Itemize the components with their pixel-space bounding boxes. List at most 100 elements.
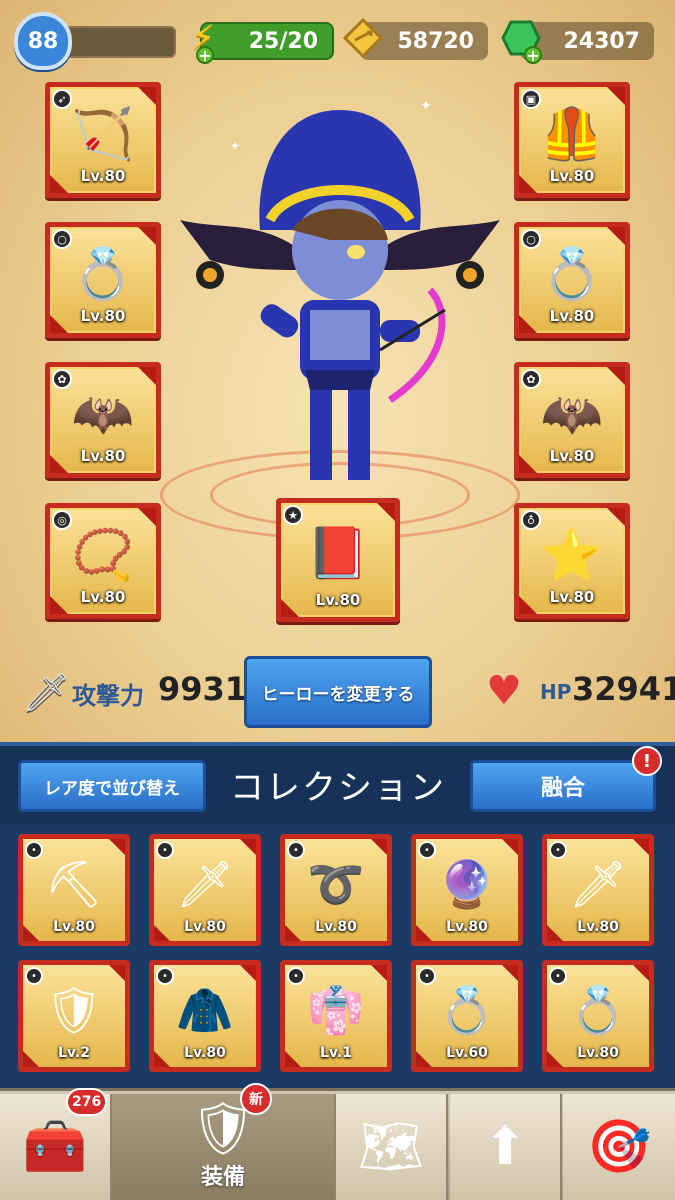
item-level: Lv.80	[577, 1045, 619, 1061]
book-type-icon: ★	[283, 505, 303, 525]
treasure-chest-icon: 🧰	[22, 1117, 88, 1177]
item-icon: 🧥	[176, 982, 234, 1037]
item-icon: 🛡	[44, 982, 104, 1037]
collection-item[interactable]: • 💍 Lv.60	[411, 960, 523, 1072]
item-level: Lv.80	[549, 447, 595, 465]
target-icon: 🎯	[586, 1117, 652, 1177]
bat-pet-icon: 🦇	[540, 384, 604, 443]
item-type-icon: •	[287, 967, 305, 985]
nav-tab-map[interactable]: 🗺	[336, 1094, 448, 1200]
equip-slot-spellbook[interactable]: ★ 📕 Lv.80	[276, 498, 400, 622]
hp-value: 32941	[572, 670, 675, 708]
merge-button[interactable]: 融合	[470, 760, 656, 812]
item-type-icon: •	[25, 841, 43, 859]
pet-paw-icon: ✿	[52, 369, 72, 389]
collection-item[interactable]: • 🔮 Lv.80	[411, 834, 523, 946]
map-icon: 🗺	[357, 1117, 424, 1177]
lion-ring-icon: 💍	[540, 244, 604, 303]
nav-tab-upgrade[interactable]: ⬆	[450, 1094, 562, 1200]
ring-type-icon: ○	[521, 229, 541, 249]
item-type-icon: •	[418, 841, 436, 859]
collection-item[interactable]: • 👘 Lv.1	[280, 960, 392, 1072]
item-level: Lv.80	[446, 919, 488, 935]
hero-equipment-screen: 88 25/20 ⚡ + 58720 24307 + ✦ ✦ ➶ 🏹 Lv.80…	[0, 0, 675, 742]
collection-item[interactable]: • 🗡 Lv.80	[149, 834, 261, 946]
collection-panel: レア度で並び替え コレクション 融合 ! • ⛏ Lv.80 • 🗡 Lv.80 • ➰ Lv.…	[0, 742, 675, 1088]
collection-grid-scroll[interactable]: • ⛏ Lv.80 • 🗡 Lv.80 • ➰ Lv.80 • 🔮 Lv.80 • 🗡 Lv.80 • 🛡 Lv.…	[0, 834, 675, 1092]
item-level: Lv.80	[80, 307, 126, 325]
item-level: Lv.80	[549, 167, 595, 185]
heart-icon: ♥	[486, 668, 522, 714]
hero-character[interactable]: ✦ ✦ ✦	[180, 88, 500, 500]
item-level: Lv.80	[184, 919, 226, 935]
sword-icon: 🗡	[22, 670, 71, 714]
item-level: Lv.2	[58, 1045, 90, 1061]
gold-icon	[342, 14, 384, 62]
nav-tab-equipment[interactable]: 🛡 装備	[112, 1094, 336, 1200]
merge-alert-badge: !	[632, 746, 662, 776]
item-type-icon: •	[156, 841, 174, 859]
bow-icon: 🏹	[71, 104, 135, 163]
item-level: Lv.80	[80, 167, 126, 185]
bat-pet-icon: 🦇	[71, 384, 135, 443]
item-level: Lv.1	[320, 1045, 352, 1061]
item-type-icon: •	[25, 967, 43, 985]
collection-item[interactable]: • 🗡 Lv.80	[542, 834, 654, 946]
sort-by-rarity-button[interactable]: レア度で並び替え	[18, 760, 206, 812]
item-icon: ⛏	[44, 856, 104, 911]
equip-slot-weapon[interactable]: ➶ 🏹 Lv.80	[45, 82, 161, 198]
svg-text:✦: ✦	[230, 139, 240, 153]
spellbook-icon: 📕	[306, 524, 370, 583]
item-level: Lv.80	[577, 919, 619, 935]
collection-header: レア度で並び替え コレクション 融合 !	[0, 746, 675, 824]
item-level: Lv.80	[549, 307, 595, 325]
new-badge: 新	[240, 1083, 272, 1115]
upgrade-arrow-icon: ⬆	[483, 1117, 527, 1177]
equip-slot-ring-right[interactable]: ○ 💍 Lv.80	[514, 222, 630, 338]
svg-text:✦: ✦	[420, 100, 432, 114]
equip-slot-amulet[interactable]: ♁ ⭐ Lv.80	[514, 503, 630, 619]
gems-plus-button[interactable]: +	[524, 46, 542, 65]
amulet-icon: ⭐	[540, 525, 604, 584]
xp-bar	[56, 26, 176, 58]
item-icon: 🔮	[438, 856, 496, 911]
energy-plus-button[interactable]: +	[196, 46, 214, 65]
armor-icon: 🦺	[540, 104, 604, 163]
collection-item[interactable]: • ⛏ Lv.80	[18, 834, 130, 946]
nav-tab-battle[interactable]: 🎯	[563, 1094, 675, 1200]
chest-count-badge: 276	[66, 1088, 108, 1116]
bracelet-type-icon: ◎	[52, 510, 72, 530]
equip-slot-pet-left[interactable]: ✿ 🦇 Lv.80	[45, 362, 161, 478]
item-type-icon: •	[549, 841, 567, 859]
equip-slot-armor[interactable]: ▣ 🦺 Lv.80	[514, 82, 630, 198]
equip-slot-bracelet[interactable]: ◎ 📿 Lv.80	[45, 503, 161, 619]
collection-grid: • ⛏ Lv.80 • 🗡 Lv.80 • ➰ Lv.80 • 🔮 Lv.80 • 🗡 Lv.80 • 🛡 Lv.…	[18, 834, 668, 1072]
change-hero-button[interactable]: ヒーローを変更する	[244, 656, 432, 728]
item-type-icon: •	[418, 967, 436, 985]
pet-paw-icon: ✿	[521, 369, 541, 389]
item-level: Lv.80	[80, 447, 126, 465]
item-level: Lv.80	[549, 588, 595, 606]
equip-slot-ring-left[interactable]: ○ 💍 Lv.80	[45, 222, 161, 338]
collection-item[interactable]: • ➰ Lv.80	[280, 834, 392, 946]
collection-item[interactable]: • 🧥 Lv.80	[149, 960, 261, 1072]
item-icon: 💍	[438, 982, 496, 1037]
amulet-type-icon: ♁	[521, 510, 541, 530]
collection-title: コレクション	[230, 768, 446, 808]
item-icon: 💍	[569, 982, 627, 1037]
collection-item[interactable]: • 💍 Lv.80	[542, 960, 654, 1072]
armor-type-icon: ▣	[521, 89, 541, 109]
item-level: Lv.80	[315, 919, 357, 935]
hero-stats-row: 🗡 攻撃力 9931 ヒーローを変更する ♥ HP 32941	[0, 652, 675, 732]
equip-slot-pet-right[interactable]: ✿ 🦇 Lv.80	[514, 362, 630, 478]
bottom-navigation: 🧰 276 🛡 装備 新 🗺 ⬆ 🎯	[0, 1083, 675, 1200]
collection-item[interactable]: • 🛡 Lv.2	[18, 960, 130, 1072]
nav-tab-chest[interactable]: 🧰 276	[0, 1088, 112, 1200]
item-level: Lv.80	[80, 588, 126, 606]
player-level-badge[interactable]: 88	[14, 12, 72, 70]
lion-ring-icon: 💍	[71, 244, 135, 303]
bracelet-icon: 📿	[71, 525, 135, 584]
attack-label: 攻撃力	[72, 682, 144, 710]
item-icon: 🗡	[175, 856, 235, 911]
item-type-icon: •	[549, 967, 567, 985]
